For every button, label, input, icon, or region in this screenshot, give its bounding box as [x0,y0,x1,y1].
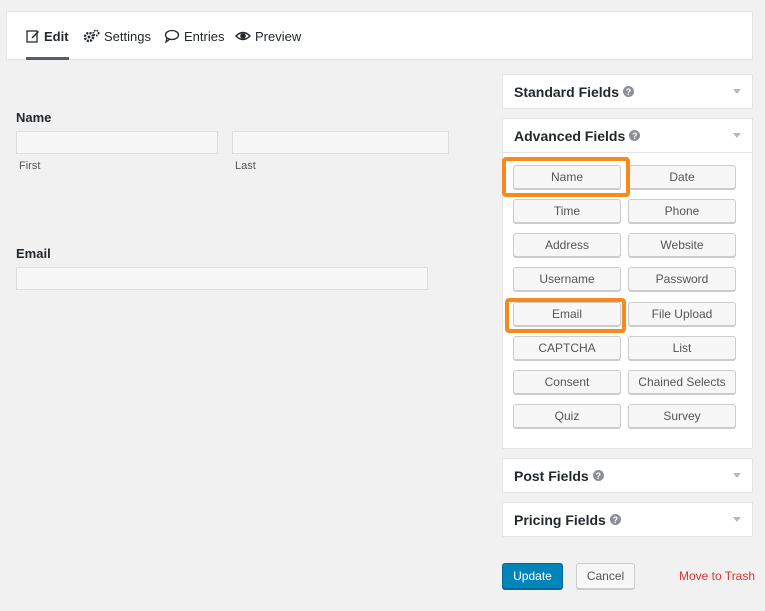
add-email-field-button[interactable]: Email [513,302,621,326]
help-icon[interactable]: ? [609,514,621,525]
add-chained-selects-field-button[interactable]: Chained Selects [628,370,736,394]
last-name-input[interactable] [232,131,449,154]
email-input[interactable] [16,267,428,290]
post-fields-title: Post Fields [514,467,589,484]
pricing-fields-panel: Pricing Fields ? [502,502,753,537]
add-file-upload-field-button[interactable]: File Upload [628,302,736,326]
post-fields-header[interactable]: Post Fields ? [503,459,752,492]
add-name-field-button[interactable]: Name [513,165,621,189]
add-website-field-button[interactable]: Website [628,233,736,257]
tab-preview[interactable]: Preview [235,12,301,60]
chevron-down-icon[interactable] [733,517,741,522]
advanced-fields-buttons: Name Date Time Phone Address Website Use… [503,152,752,446]
standard-fields-header[interactable]: Standard Fields ? [503,75,752,108]
add-captcha-field-button[interactable]: CAPTCHA [513,336,621,360]
edit-icon [26,30,39,43]
tab-settings-label: Settings [104,28,151,44]
add-date-field-button[interactable]: Date [628,165,736,189]
comment-icon [164,29,180,43]
help-icon[interactable]: ? [629,130,641,141]
add-address-field-button[interactable]: Address [513,233,621,257]
gears-icon [83,29,100,43]
add-list-field-button[interactable]: List [628,336,736,360]
advanced-fields-title: Advanced Fields [514,127,626,144]
name-field-label: Name [16,110,52,125]
first-name-sublabel: First [19,160,41,172]
add-consent-field-button[interactable]: Consent [513,370,621,394]
tab-entries-label: Entries [184,28,225,44]
chevron-down-icon[interactable] [733,89,741,94]
standard-fields-panel: Standard Fields ? [502,74,753,109]
add-password-field-button[interactable]: Password [628,267,736,291]
add-time-field-button[interactable]: Time [513,199,621,223]
add-survey-field-button[interactable]: Survey [628,404,736,428]
tab-entries[interactable]: Entries [164,12,224,60]
first-name-input[interactable] [16,131,218,154]
eye-icon [235,31,251,41]
add-quiz-field-button[interactable]: Quiz [513,404,621,428]
tab-edit[interactable]: Edit [26,12,69,60]
pricing-fields-title: Pricing Fields [514,511,606,528]
update-button[interactable]: Update [502,563,563,589]
move-to-trash-link[interactable]: Move to Trash [679,569,755,583]
tab-edit-label: Edit [44,28,69,44]
pricing-fields-header[interactable]: Pricing Fields ? [503,503,752,536]
tab-preview-label: Preview [255,28,302,44]
help-icon[interactable]: ? [592,470,604,481]
chevron-down-icon[interactable] [733,473,741,478]
form-editor-toolbar: Edit Settings Entries Preview [6,11,753,60]
advanced-fields-panel: Advanced Fields ? Name Date Time Phone A… [502,118,753,449]
post-fields-panel: Post Fields ? [502,458,753,493]
advanced-fields-header[interactable]: Advanced Fields ? [503,119,752,152]
standard-fields-title: Standard Fields [514,83,620,100]
last-name-sublabel: Last [235,160,256,172]
chevron-down-icon[interactable] [733,133,741,138]
add-username-field-button[interactable]: Username [513,267,621,291]
email-field-label: Email [16,246,51,261]
help-icon[interactable]: ? [623,86,635,97]
cancel-button[interactable]: Cancel [576,563,635,589]
tab-settings[interactable]: Settings [83,12,151,60]
add-phone-field-button[interactable]: Phone [628,199,736,223]
